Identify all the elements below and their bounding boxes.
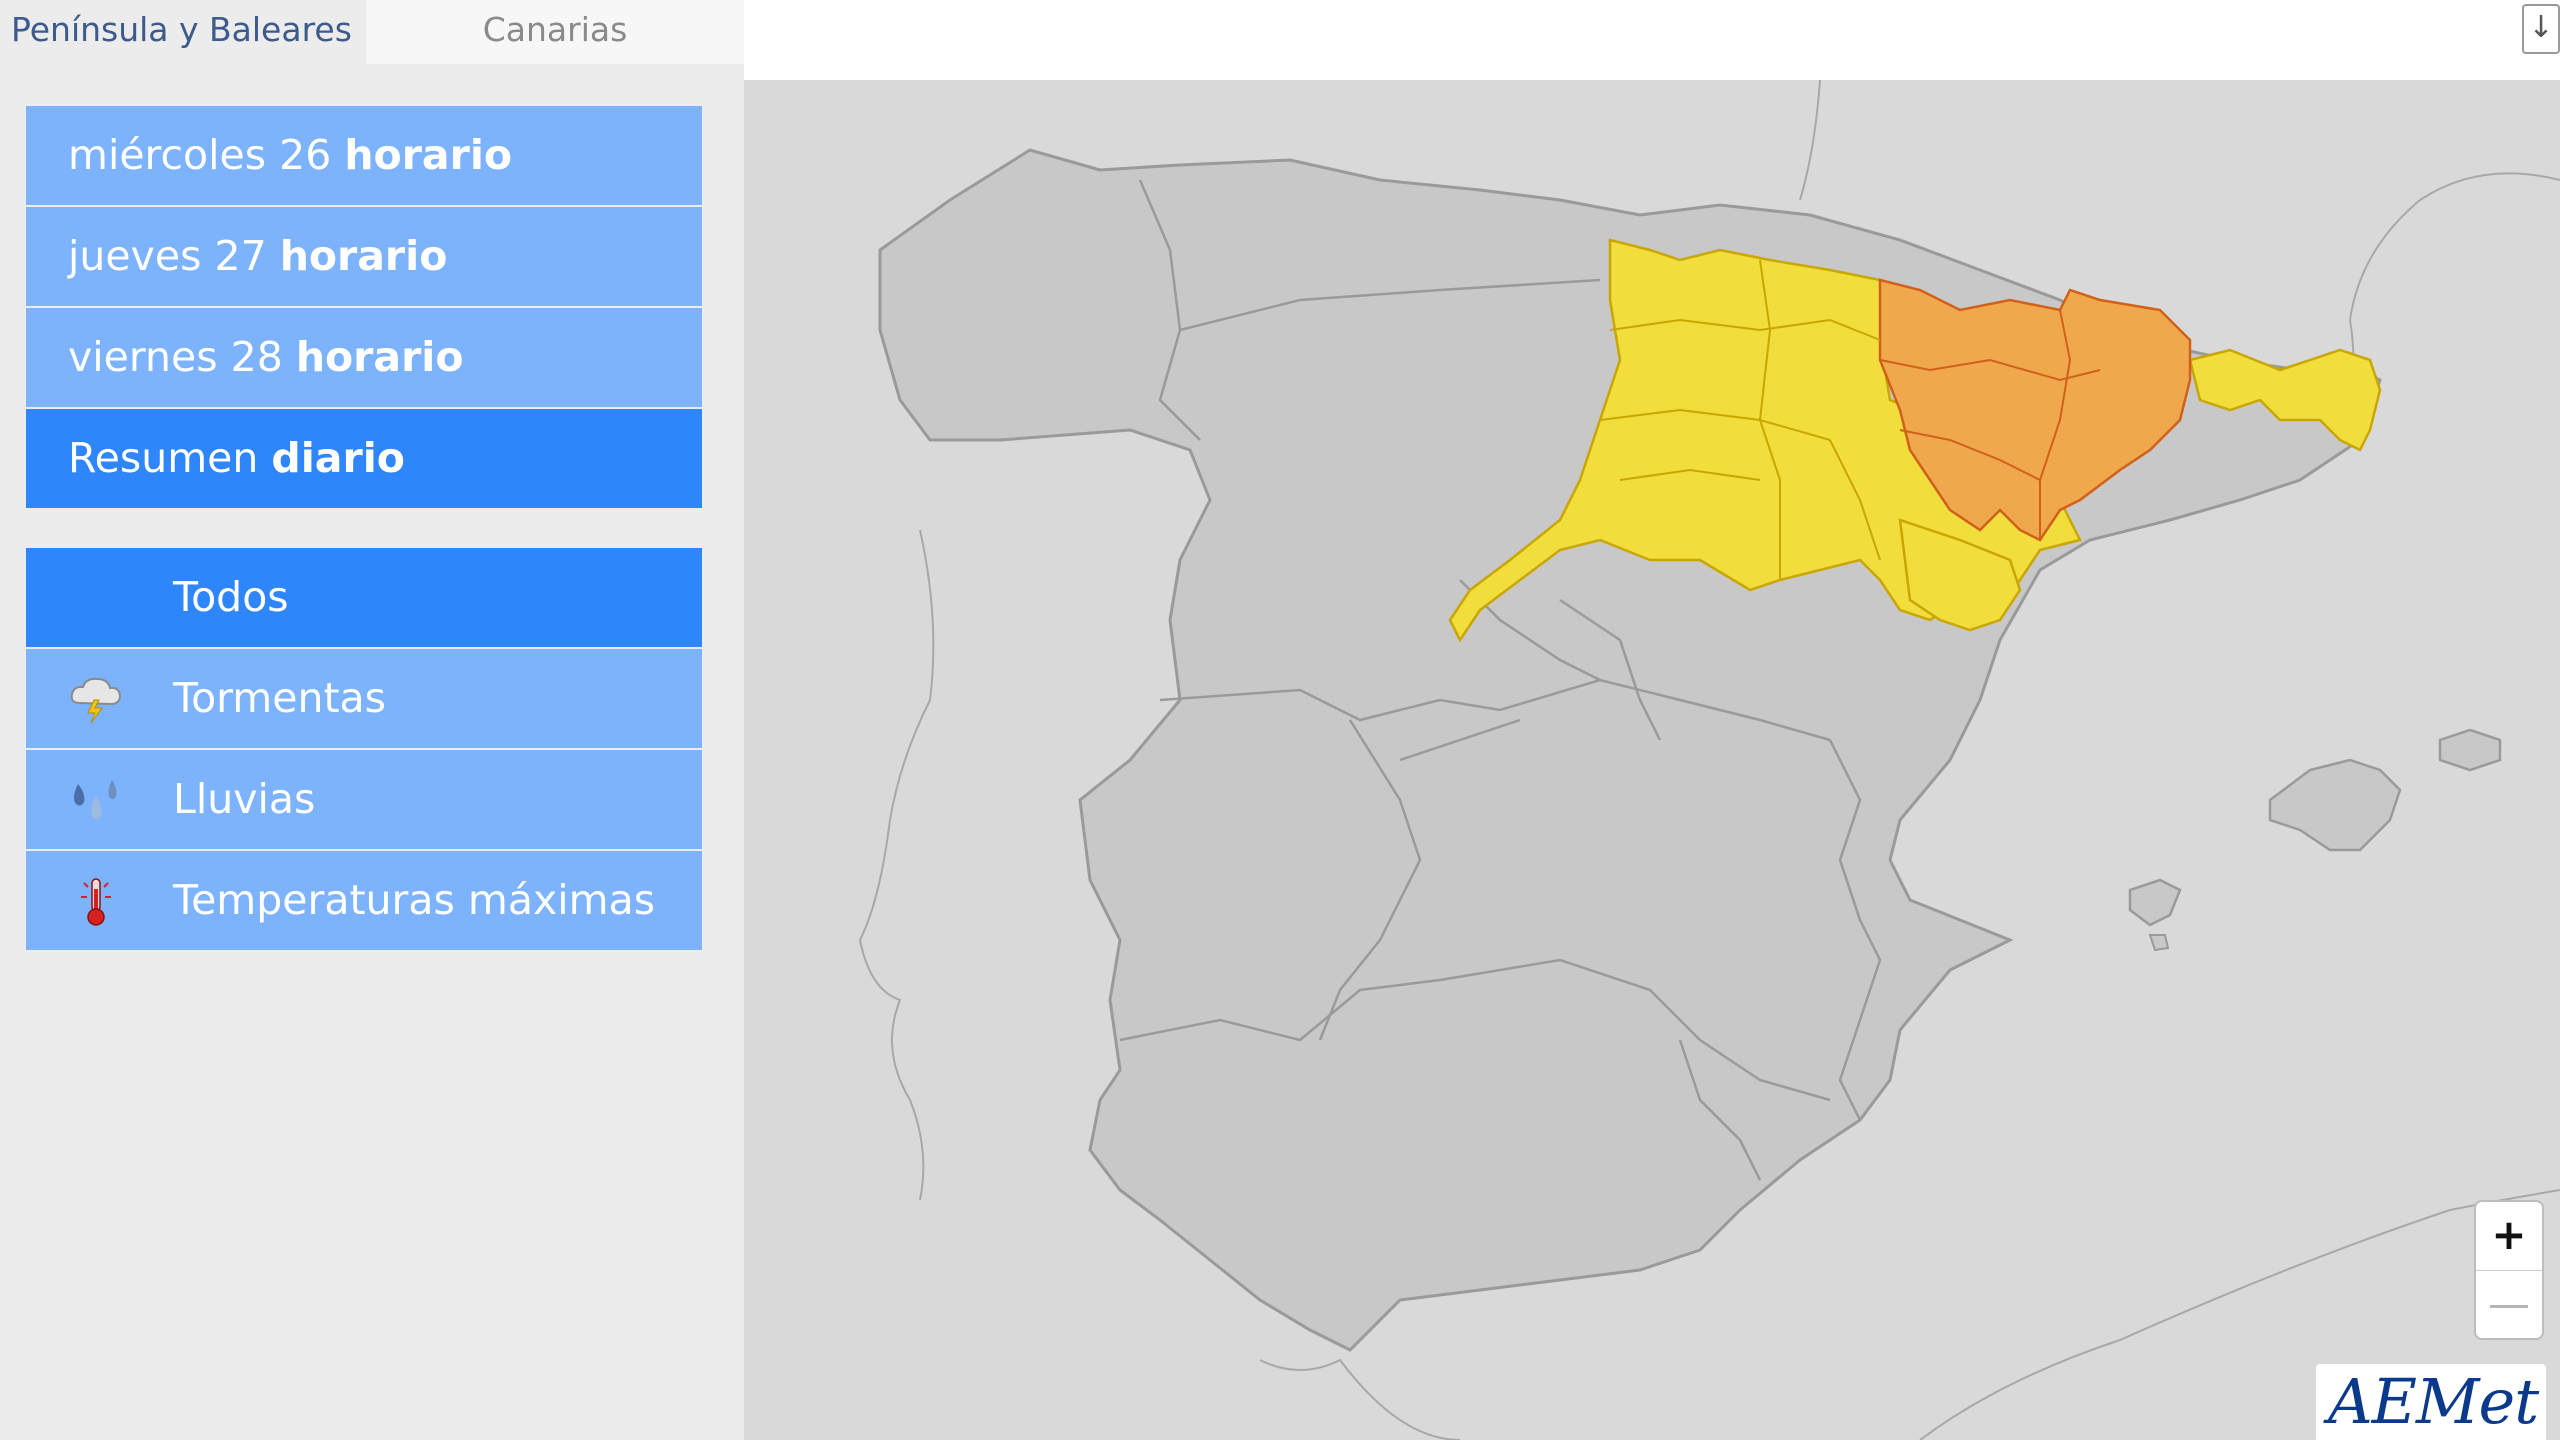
rain-icon: [73, 780, 117, 820]
storm-icon: [70, 677, 122, 724]
phenomenon-item-todos[interactable]: Todos: [26, 548, 702, 647]
day-item-miercoles-26[interactable]: miércoles 26 horario: [26, 106, 702, 205]
day-item-mode: horario: [344, 131, 513, 179]
phenomenon-item-lluvias[interactable]: Lluvias: [26, 750, 702, 849]
phenomenon-menu: Todos Tormentas Lluvias Temperaturas máx…: [26, 548, 702, 952]
day-item-viernes-28[interactable]: viernes 28 horario: [26, 308, 702, 407]
zoom-in-button[interactable]: +: [2476, 1202, 2542, 1271]
day-item-jueves-27[interactable]: jueves 27 horario: [26, 207, 702, 306]
thermometer-icon: [81, 878, 111, 926]
map-header: [744, 0, 2560, 80]
day-item-mode: horario: [279, 232, 448, 280]
phenomenon-item-tormentas[interactable]: Tormentas: [26, 649, 702, 748]
map-canvas: [744, 80, 2560, 1440]
day-item-label: Resumen: [68, 434, 272, 482]
phenomenon-item-temperaturas-maximas[interactable]: Temperaturas máximas: [26, 851, 702, 950]
day-item-label: miércoles 26: [68, 131, 345, 179]
day-item-label: jueves 27: [68, 232, 280, 280]
warnings-map[interactable]: [744, 80, 2560, 1440]
phenomenon-label: Temperaturas máximas: [173, 876, 656, 924]
day-item-resumen-diario[interactable]: Resumen diario: [26, 409, 702, 508]
left-panel: Península y Baleares Canarias miércoles …: [0, 0, 744, 1440]
tab-peninsula-baleares[interactable]: Península y Baleares: [0, 0, 366, 64]
aemet-logo-text: AEMet: [2328, 1365, 2539, 1438]
menorca: [2438, 728, 2502, 772]
phenomenon-label: Todos: [173, 573, 289, 621]
zoom-controls: + —: [2474, 1200, 2544, 1340]
region-tabs: Península y Baleares Canarias: [0, 0, 744, 64]
phenomenon-label: Lluvias: [173, 775, 316, 823]
day-item-label: viernes 28: [68, 333, 296, 381]
day-menu: miércoles 26 horario jueves 27 horario v…: [26, 106, 702, 510]
aemet-logo: AEMet: [2316, 1364, 2546, 1440]
day-item-mode: horario: [295, 333, 464, 381]
day-item-mode: diario: [271, 434, 405, 482]
tab-canarias[interactable]: Canarias: [366, 0, 744, 64]
zoom-out-button[interactable]: —: [2476, 1271, 2542, 1339]
phenomenon-label: Tormentas: [173, 674, 387, 722]
download-icon[interactable]: ↓: [2522, 4, 2560, 54]
